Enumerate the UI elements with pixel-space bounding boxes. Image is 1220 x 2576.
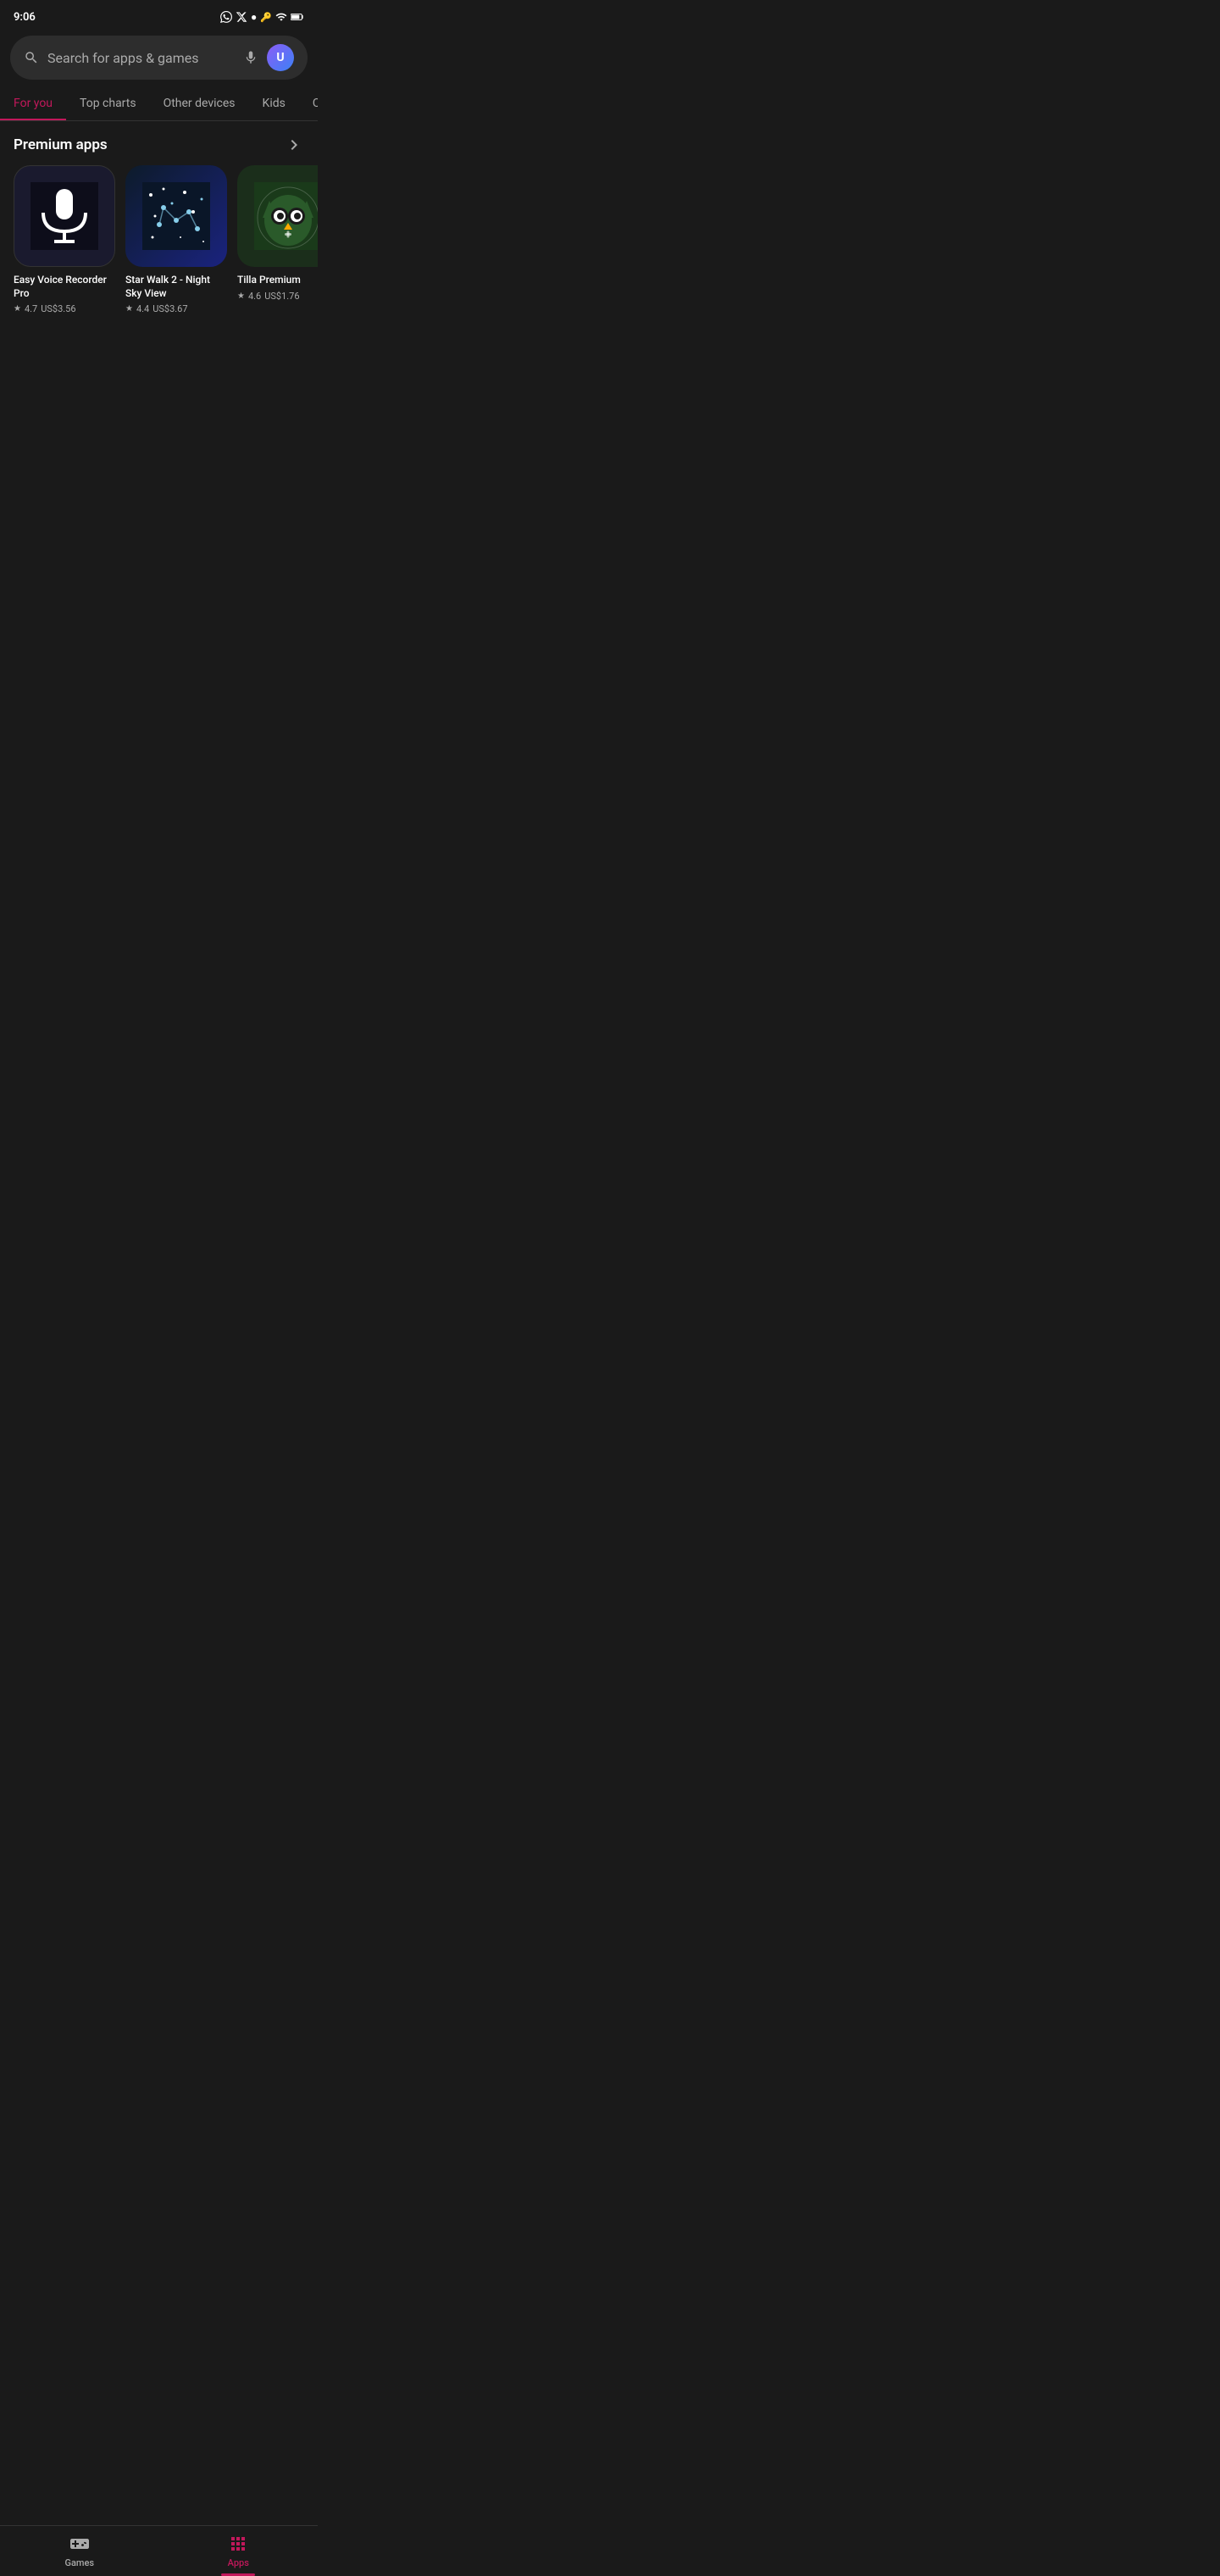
app-price-tilla: US$1.76 — [264, 291, 299, 302]
app-card-star-walk[interactable]: Star Walk 2 - Night Sky View ★ 4.4 US$3.… — [125, 165, 227, 314]
section-title: Premium apps — [14, 136, 108, 153]
app-icon-star-walk — [125, 165, 227, 267]
apps-icon — [228, 2534, 248, 2554]
app-icon-tilla — [237, 165, 318, 267]
premium-apps-header: Premium apps — [0, 121, 318, 165]
mic-icon[interactable] — [243, 50, 258, 65]
app-meta-star-walk: ★ 4.4 US$3.67 — [125, 303, 188, 314]
avatar[interactable]: U — [267, 44, 294, 71]
battery-icon — [291, 12, 304, 22]
apps-scroll: Easy Voice Recorder Pro ★ 4.7 US$3.56 — [0, 165, 318, 328]
status-bar: 9:06 ● 🔑 — [0, 0, 318, 31]
app-card-voice-recorder[interactable]: Easy Voice Recorder Pro ★ 4.7 US$3.56 — [14, 165, 115, 314]
games-icon — [69, 2534, 90, 2554]
app-meta-voice-recorder: ★ 4.7 US$3.56 — [14, 303, 76, 314]
bottom-nav: Games Apps — [0, 2525, 318, 2576]
tab-other-devices[interactable]: Other devices — [150, 90, 249, 120]
app-meta-tilla: ★ 4.6 US$1.76 — [237, 291, 300, 302]
status-icons: ● 🔑 — [220, 11, 304, 23]
app-rating-voice-recorder: 4.7 — [25, 303, 37, 314]
tab-categories[interactable]: Categories — [299, 90, 318, 120]
tab-for-you[interactable]: For you — [0, 90, 66, 120]
app-rating-star-walk: 4.4 — [136, 303, 149, 314]
star-icon-2: ★ — [125, 304, 133, 314]
app-name-voice-recorder: Easy Voice Recorder Pro — [14, 274, 115, 300]
app-price-star-walk: US$3.67 — [152, 303, 187, 314]
vpn-icon: 🔑 — [260, 12, 272, 23]
signal-icon: ● — [251, 11, 257, 23]
nav-label-apps: Apps — [228, 2557, 249, 2568]
main-content: Premium apps Easy Voice Recorder Pro ★ — [0, 121, 318, 387]
search-input[interactable]: Search for apps & games — [47, 50, 235, 66]
search-bar[interactable]: Search for apps & games U — [10, 36, 308, 80]
nav-item-apps[interactable]: Apps — [159, 2526, 319, 2576]
star-icon-3: ★ — [237, 291, 245, 301]
wifi-icon — [275, 11, 287, 23]
tab-top-charts[interactable]: Top charts — [66, 90, 150, 120]
app-icon-voice-recorder — [14, 165, 115, 267]
search-icon — [24, 50, 39, 65]
tabs-container: For you Top charts Other devices Kids Ca… — [0, 80, 318, 121]
app-name-tilla: Tilla Premium — [237, 274, 301, 287]
whatsapp-icon — [220, 11, 232, 23]
nav-label-games: Games — [64, 2557, 94, 2568]
app-price-voice-recorder: US$3.56 — [41, 303, 75, 314]
star-icon: ★ — [14, 304, 21, 314]
twitter-icon — [236, 11, 247, 23]
tab-kids[interactable]: Kids — [249, 90, 299, 120]
app-name-star-walk: Star Walk 2 - Night Sky View — [125, 274, 227, 300]
app-rating-tilla: 4.6 — [248, 291, 261, 302]
app-card-tilla[interactable]: Tilla Premium ★ 4.6 US$1.76 — [237, 165, 318, 314]
status-time: 9:06 — [14, 11, 36, 24]
arrow-right-icon[interactable] — [284, 135, 304, 155]
nav-item-games[interactable]: Games — [0, 2526, 159, 2576]
